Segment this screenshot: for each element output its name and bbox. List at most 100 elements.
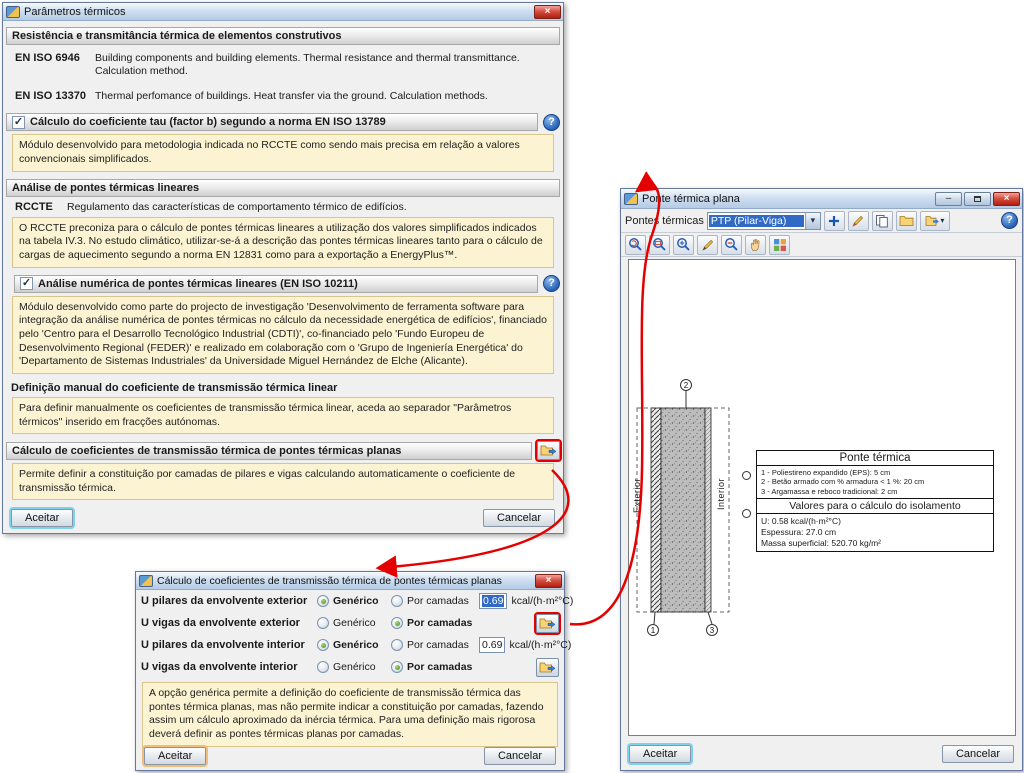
accept-button[interactable]: Aceitar <box>629 745 692 763</box>
radio-por-camadas[interactable]: Por camadas <box>391 639 477 651</box>
callout-circle <box>742 471 751 480</box>
value-row: Massa superficial: 520.70 kg/m² <box>761 538 881 549</box>
app-icon <box>624 192 638 205</box>
numeric-checkbox-bar: ✓ Análise numérica de pontes térmicas li… <box>14 274 538 293</box>
radio-por-camadas[interactable]: Por camadas <box>391 595 477 607</box>
import-export-icon[interactable]: ▾ <box>919 210 950 231</box>
views-icon[interactable] <box>769 234 790 255</box>
rccte-info-box: O RCCTE preconiza para o cálculo de pont… <box>12 216 554 268</box>
standard-en-iso-13370: EN ISO 13370 Thermal perfomance of build… <box>15 90 488 103</box>
open-ptp-button[interactable] <box>537 441 560 461</box>
rccte-row: RCCTE Regulamento das características de… <box>15 200 407 213</box>
unit-label: kcal/(h·m²°C) <box>509 639 572 651</box>
toolbar-zoom <box>621 233 1022 257</box>
edit-icon[interactable] <box>847 210 869 231</box>
interior-label: Interior <box>716 478 726 511</box>
close-icon[interactable]: × <box>534 4 561 19</box>
accept-button[interactable]: Aceitar <box>11 509 74 527</box>
radio-icon <box>317 661 329 673</box>
titlebar[interactable]: Cálculo de coeficientes de transmissão t… <box>136 572 564 590</box>
chevron-down-icon: ▾ <box>940 216 945 225</box>
accept-button[interactable]: Aceitar <box>144 747 207 765</box>
row-u-vigas-exterior: U vigas da envolvente exterior Genérico … <box>136 612 564 634</box>
row-u-pilares-exterior: U pilares da envolvente exterior Genéric… <box>141 593 574 609</box>
layer-marker: 2 <box>680 379 692 391</box>
toolbar-main: Pontes térmicas PTP (Pilar-Viga) ▾ ▾ ? <box>621 209 1022 233</box>
app-icon <box>139 574 153 587</box>
add-icon[interactable] <box>823 210 845 231</box>
open-folder-icon[interactable] <box>895 210 917 231</box>
ptp-info-box: Permite definir a constituição por camad… <box>12 463 554 501</box>
copy-icon[interactable] <box>871 210 893 231</box>
row-u-vigas-interior: U vigas da envolvente interior Genérico … <box>136 656 564 678</box>
window-ponte-termica-plana: Ponte térmica plana – × Pontes térmicas … <box>620 188 1023 771</box>
value-row: U: 0.58 kcal/(h·m²°C) <box>761 516 841 527</box>
ptp-summary-table: Ponte térmica 1 - Poliestireno expandido… <box>756 450 994 553</box>
radio-generico[interactable]: Genérico <box>317 595 391 607</box>
help-icon[interactable]: ? <box>543 113 560 131</box>
tau-info-box: Módulo desenvolvido para metodologia ind… <box>12 134 554 172</box>
layer-marker: 3 <box>706 624 718 636</box>
window-title: Ponte térmica plana <box>642 192 740 205</box>
values-title: Valores para o cálculo do isolamento <box>757 499 993 515</box>
zoom-redraw-icon[interactable] <box>625 234 646 255</box>
radio-por-camadas[interactable]: Por camadas <box>391 617 477 629</box>
titlebar[interactable]: Ponte térmica plana – × <box>621 189 1022 209</box>
u-value-field[interactable]: 0.69 <box>479 637 506 653</box>
chevron-down-icon: ▾ <box>804 212 820 229</box>
layer-row: 2 - Betão armado com % armadura < 1 %: 2… <box>761 477 925 487</box>
section-linear-header: Análise de pontes térmicas lineares <box>6 178 560 197</box>
window-coeficientes-ptp: Cálculo de coeficientes de transmissão t… <box>135 571 574 771</box>
numeric-checkbox[interactable]: ✓ <box>20 277 33 291</box>
close-icon[interactable]: × <box>535 573 562 588</box>
cancel-button[interactable]: Cancelar <box>482 509 555 527</box>
edit-layers-button[interactable] <box>536 613 559 633</box>
edit-layers-button[interactable] <box>536 657 559 677</box>
measure-icon[interactable] <box>697 234 718 255</box>
titlebar[interactable]: Parâmetros térmicos × <box>3 3 563 21</box>
folder-arrow-icon <box>540 445 557 456</box>
manual-definition-header: Definição manual do coeficiente de trans… <box>11 381 338 394</box>
cancel-button[interactable]: Cancelar <box>941 745 1014 763</box>
radio-por-camadas[interactable]: Por camadas <box>391 661 477 673</box>
drawing-canvas[interactable]: 2 1 3 Exterior Interior Ponte térmica 1 … <box>628 259 1016 736</box>
u-value-field[interactable]: 0.69 <box>479 593 508 609</box>
window-title: Parâmetros térmicos <box>24 5 126 18</box>
ptp-select-label: Pontes térmicas <box>625 214 704 227</box>
radio-generico[interactable]: Genérico <box>317 617 391 629</box>
table-title: Ponte térmica <box>757 451 993 466</box>
window-parametros-termicos: Parâmetros térmicos × Resistência e tran… <box>2 2 564 534</box>
zoom-inout-icon[interactable] <box>673 234 694 255</box>
help-icon[interactable]: ? <box>1001 212 1018 229</box>
tau-checkbox[interactable]: ✓ <box>12 115 25 129</box>
zoom-window-icon[interactable] <box>649 234 670 255</box>
ptp-select[interactable]: PTP (Pilar-Viga) ▾ <box>706 211 821 230</box>
standard-en-iso-6946: EN ISO 6946 Building components and buil… <box>15 52 520 78</box>
layer-marker: 1 <box>647 624 659 636</box>
help-icon[interactable]: ? <box>543 275 560 293</box>
minimize-icon[interactable]: – <box>935 191 962 206</box>
close-icon[interactable]: × <box>993 191 1020 206</box>
folder-arrow-icon <box>539 618 556 628</box>
row-u-pilares-interior: U pilares da envolvente interior Genéric… <box>141 637 572 653</box>
app-icon <box>6 5 20 18</box>
radio-generico[interactable]: Genérico <box>317 661 391 673</box>
layer-row: 1 - Poliestireno expandido (EPS): 5 cm <box>761 468 891 477</box>
folder-arrow-icon <box>539 662 556 672</box>
radio-icon <box>317 617 329 629</box>
maximize-icon[interactable] <box>964 191 991 206</box>
numeric-info-box: Módulo desenvolvido como parte do projec… <box>12 295 554 374</box>
tau-checkbox-bar: ✓ Cálculo do coeficiente tau (factor b) … <box>6 113 538 132</box>
section-resistance-header: Resistência e transmitância térmica de e… <box>6 27 560 45</box>
radio-icon <box>317 595 329 607</box>
radio-icon <box>317 639 329 651</box>
pan-icon[interactable] <box>745 234 766 255</box>
radio-generico[interactable]: Genérico <box>317 639 391 651</box>
section-ptp-header: Cálculo de coeficientes de transmissão t… <box>6 441 532 460</box>
callout-circle <box>742 509 751 518</box>
unit-label: kcal/(h·m²°C) <box>511 595 574 607</box>
cancel-button[interactable]: Cancelar <box>483 747 556 765</box>
generic-info-box: A opção genérica permite a definição do … <box>142 682 558 747</box>
manual-info-box: Para definir manualmente os coeficientes… <box>12 396 554 435</box>
zoom-prev-icon[interactable] <box>721 234 742 255</box>
